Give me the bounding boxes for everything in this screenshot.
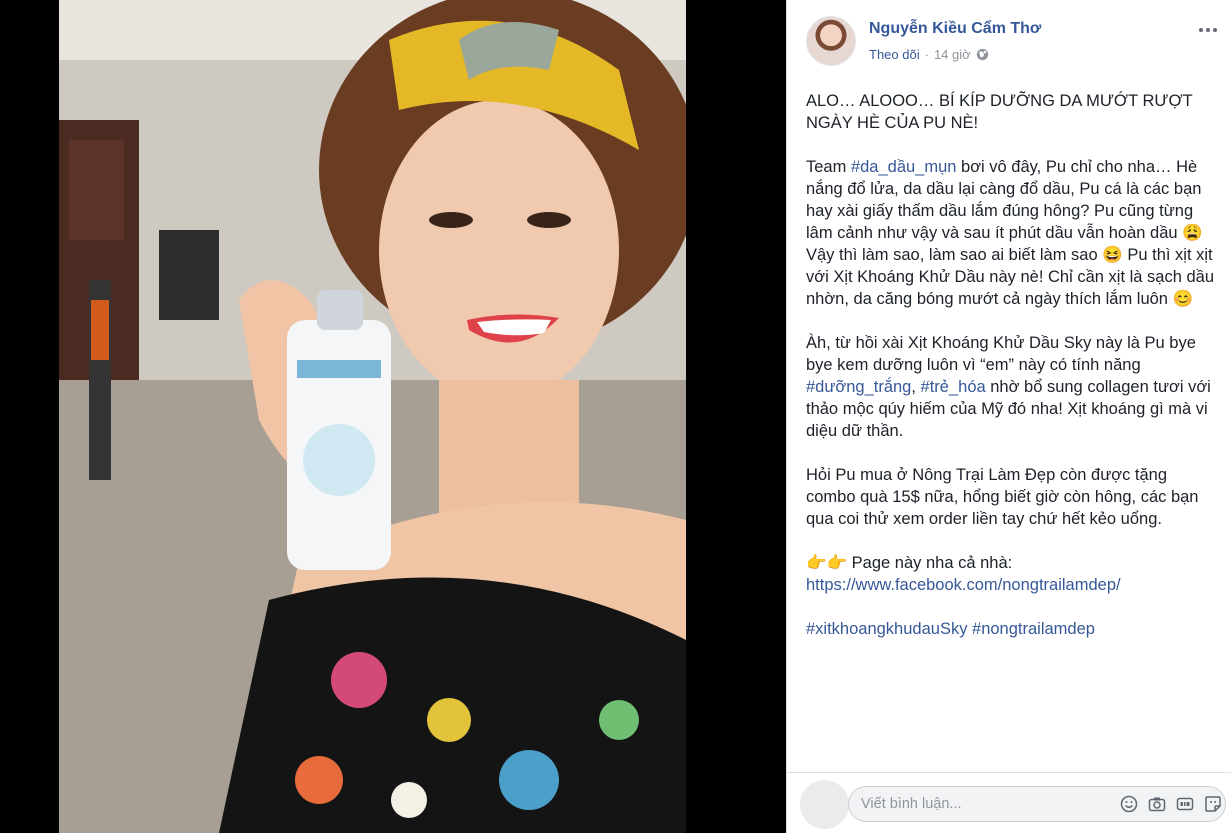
globe-icon[interactable] [976,48,989,61]
hashtag-da-dau-mun[interactable]: #da_dầu_mụn [851,158,957,176]
more-options-button[interactable] [1194,20,1222,40]
post-time[interactable]: 14 giờ [934,47,971,62]
camera-icon[interactable] [1148,795,1166,813]
gif-icon[interactable] [1176,795,1194,813]
post-paragraph: 👉👉 Page này nha cả nhà: https://www.faceb… [806,552,1216,596]
more-dot [1206,28,1210,32]
author-avatar[interactable] [806,16,856,66]
photo-illustration [59,0,686,833]
sticker-icon[interactable] [1204,795,1222,813]
post-photo[interactable] [59,0,686,833]
text-segment: , [911,378,921,396]
post-header: Nguyễn Kiều Cẩm Thơ Theo dõi · 14 giờ [787,0,1231,80]
emoji-icon[interactable] [1120,795,1138,813]
post-panel: Nguyễn Kiều Cẩm Thơ Theo dõi · 14 giờ AL… [786,0,1231,833]
comment-bar: Viết bình luận... [787,772,1231,833]
hashtag-duong-trang[interactable]: #dưỡng_trắng [806,378,911,396]
post-meta: Theo dõi · 14 giờ [869,47,989,62]
follow-link[interactable]: Theo dõi [869,47,920,62]
meta-separator: · [924,47,929,62]
post-paragraph: Team #da_dầu_mụn bơi vô đây, Pu chỉ cho … [806,156,1216,310]
post-paragraph: Àh, từ hồi xài Xịt Khoáng Khử Dầu Sky nà… [806,332,1216,442]
hashtag-tre-hoa[interactable]: #trẻ_hóa [921,378,986,396]
post-paragraph: Hỏi Pu mua ở Nông Trại Làm Đẹp còn được … [806,466,1199,528]
post-text: ALO… ALOOO… BÍ KÍP DƯỠNG DA MƯỚT RƯỢT NG… [806,90,1216,662]
photo-viewer [0,0,786,833]
author-name[interactable]: Nguyễn Kiều Cẩm Thơ [869,20,1041,38]
comment-tools [1120,795,1222,813]
page-link[interactable]: https://www.facebook.com/nongtrailamdep/ [806,576,1121,594]
post-paragraph-title: ALO… ALOOO… BÍ KÍP DƯỠNG DA MƯỚT RƯỢT NG… [806,92,1193,132]
more-dot [1213,28,1217,32]
hashtag-line[interactable]: #xitkhoangkhudauSky #nongtrailamdep [806,618,1216,640]
text-segment: Àh, từ hồi xài Xịt Khoáng Khử Dầu Sky nà… [806,334,1196,374]
text-segment: bơi vô đây, Pu chỉ cho nha… Hè nắng đổ l… [806,158,1215,308]
commenter-avatar [800,780,849,829]
text-segment: 👉👉 Page này nha cả nhà: [806,554,1013,572]
more-dot [1199,28,1203,32]
text-segment: Team [806,158,851,176]
